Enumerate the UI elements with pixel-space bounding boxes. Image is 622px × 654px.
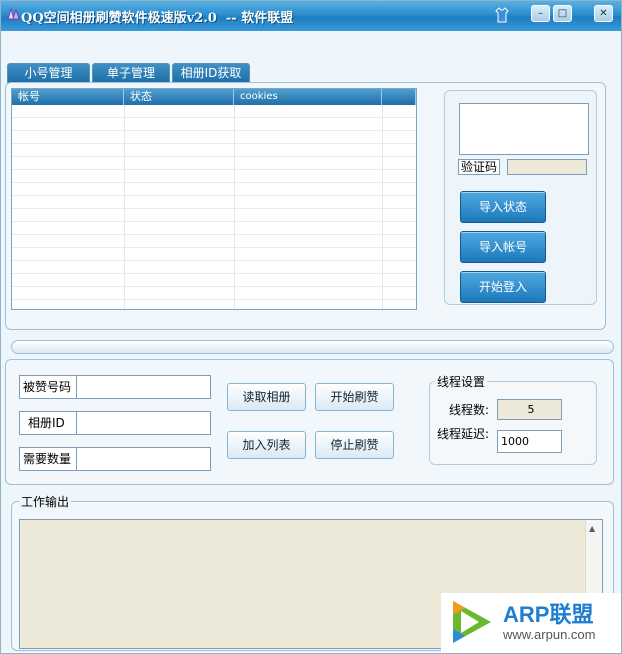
window-title: QQ空间相册刷赞软件极速版v2.0 -- 软件联盟 bbox=[21, 11, 294, 26]
captcha-label: 验证码 bbox=[458, 159, 501, 175]
album-id-field[interactable]: 相册ID bbox=[19, 411, 211, 435]
thread-delay-label: 线程延迟: bbox=[437, 427, 490, 441]
start-like-button[interactable]: 开始刷赞 bbox=[315, 383, 394, 411]
column-divider bbox=[382, 105, 383, 309]
thread-settings-title: 线程设置 bbox=[435, 373, 488, 390]
column-header[interactable]: cookies bbox=[234, 89, 382, 105]
target-qq-field[interactable]: 被赞号码 bbox=[19, 375, 211, 399]
import-status-button[interactable]: 导入状态 bbox=[460, 191, 546, 223]
count-field[interactable]: 需要数量 bbox=[19, 447, 211, 471]
app-icon bbox=[7, 7, 20, 20]
captcha-image bbox=[459, 103, 589, 155]
add-to-list-button[interactable]: 加入列表 bbox=[227, 431, 306, 459]
minimize-button[interactable]: – bbox=[531, 5, 550, 22]
table-header: 帐号 状态 cookies bbox=[12, 89, 416, 105]
arp-watermark-logo: ARP联盟 www.arpun.com bbox=[441, 593, 621, 653]
column-divider bbox=[124, 105, 125, 309]
output-title: 工作输出 bbox=[19, 493, 72, 510]
thread-count-input[interactable]: 5 bbox=[497, 399, 562, 420]
table-body[interactable] bbox=[12, 105, 416, 309]
target-qq-label: 被赞号码 bbox=[20, 376, 77, 398]
tab-account-management[interactable]: 小号管理 bbox=[7, 63, 90, 83]
import-account-button[interactable]: 导入帐号 bbox=[460, 231, 546, 263]
skin-icon[interactable] bbox=[495, 7, 509, 23]
title-bar[interactable]: QQ空间相册刷赞软件极速版v2.0 -- 软件联盟 – □ ✕ bbox=[1, 1, 621, 31]
brand-url: www.arpun.com bbox=[503, 627, 596, 642]
tab-album-id[interactable]: 相册ID获取 bbox=[172, 63, 250, 83]
play-logo-icon bbox=[453, 601, 491, 643]
column-header[interactable]: 状态 bbox=[124, 89, 234, 105]
main-window: QQ空间相册刷赞软件极速版v2.0 -- 软件联盟 – □ ✕ 小号管理 单子管… bbox=[0, 0, 622, 654]
brand-text: ARP联盟 bbox=[503, 602, 594, 627]
column-header[interactable]: 帐号 bbox=[12, 89, 124, 105]
start-login-button[interactable]: 开始登入 bbox=[460, 271, 546, 303]
progress-bar bbox=[11, 340, 614, 354]
read-album-button[interactable]: 读取相册 bbox=[227, 383, 306, 411]
column-header[interactable] bbox=[382, 89, 416, 105]
stop-like-button[interactable]: 停止刷赞 bbox=[315, 431, 394, 459]
close-button[interactable]: ✕ bbox=[594, 5, 613, 22]
thread-count-label: 线程数: bbox=[449, 403, 490, 417]
column-divider bbox=[234, 105, 235, 309]
maximize-button[interactable]: □ bbox=[553, 5, 572, 22]
accounts-table[interactable]: 帐号 状态 cookies bbox=[11, 88, 417, 310]
tab-order-management[interactable]: 单子管理 bbox=[92, 63, 170, 83]
captcha-input[interactable] bbox=[507, 159, 587, 175]
count-label: 需要数量 bbox=[20, 448, 77, 470]
thread-delay-input[interactable]: 1000 bbox=[497, 430, 562, 453]
scroll-up-icon[interactable]: ▲ bbox=[589, 524, 595, 533]
album-id-label: 相册ID bbox=[20, 412, 77, 434]
